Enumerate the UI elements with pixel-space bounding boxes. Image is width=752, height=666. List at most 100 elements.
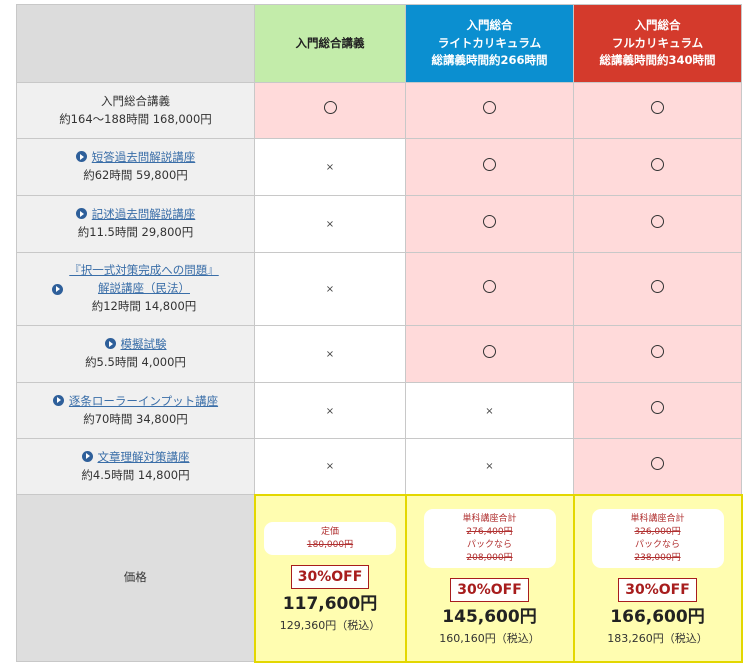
mark-cell: × bbox=[254, 138, 406, 196]
pack-caption: パックなら bbox=[634, 539, 680, 550]
row-detail: 約11.5時間 29,800円 bbox=[77, 225, 194, 239]
circle-icon bbox=[651, 279, 664, 293]
tax-included-price: 183,260円（税込） bbox=[607, 632, 708, 646]
column-header-line: 入門総合講義 bbox=[295, 35, 365, 50]
circle-icon bbox=[651, 456, 664, 470]
table-row: 『択一式対策完成への問題』 解説講座（民法） 約12時間 14,800円 × bbox=[16, 252, 742, 326]
circle-icon bbox=[323, 101, 337, 115]
cross-icon: × bbox=[325, 284, 335, 296]
sale-price: 117,600円 bbox=[282, 594, 378, 615]
cross-icon: × bbox=[325, 162, 335, 174]
course-link-multiple-choice-line2[interactable]: 解説講座（民法） bbox=[98, 281, 190, 295]
row-detail: 約164～188時間 168,000円 bbox=[59, 111, 212, 126]
circle-icon bbox=[651, 214, 664, 228]
sale-price: 145,600円 bbox=[442, 607, 537, 628]
table-row: 模擬試験 約5.5時間 4,000円 × bbox=[16, 325, 742, 383]
column-header-full: 入門総合 フルカリキュラム 総講義時間約340時間 bbox=[573, 4, 742, 83]
row-detail: 約12時間 14,800円 bbox=[91, 298, 197, 313]
mark-cell bbox=[405, 138, 574, 196]
row-label: 『択一式対策完成への問題』 解説講座（民法） 約12時間 14,800円 bbox=[16, 252, 255, 326]
course-link-reading-comprehension[interactable]: 文章理解対策講座 bbox=[98, 450, 190, 464]
table-row: 記述過去問解説講座 約11.5時間 29,800円 × bbox=[16, 195, 742, 253]
price-label: 価格 bbox=[16, 494, 255, 662]
mark-cell: × bbox=[254, 438, 406, 495]
column-header-line: 総講義時間約340時間 bbox=[599, 53, 716, 68]
mark-cell: × bbox=[254, 252, 406, 326]
mark-cell bbox=[573, 138, 742, 196]
cross-icon: × bbox=[325, 461, 335, 473]
mark-cell bbox=[405, 252, 574, 326]
table-row: 短答過去問解説講座 約62時間 59,800円 × bbox=[16, 138, 742, 196]
row-detail: 約62時間 59,800円 bbox=[83, 168, 188, 182]
mark-cell: × bbox=[254, 382, 406, 439]
pack-price-strike: 208,000円 bbox=[466, 552, 513, 563]
price-cell-full: 単科講座合計 326,000円 パックなら 238,000円 30%OFF 16… bbox=[572, 493, 743, 663]
course-comparison-table: 入門総合講義 入門総合 ライトカリキュラム 総講義時間約266時間 入門総合 フ… bbox=[16, 4, 743, 663]
corner-cell bbox=[16, 4, 255, 83]
cross-icon: × bbox=[325, 405, 335, 417]
mark-cell bbox=[573, 325, 742, 383]
column-header-line: 入門総合 bbox=[466, 17, 513, 32]
circle-icon bbox=[483, 157, 496, 171]
table-row: 入門総合講義 約164～188時間 168,000円 bbox=[16, 82, 742, 139]
course-link-multiple-choice[interactable]: 『択一式対策完成への問題』 bbox=[69, 263, 219, 277]
course-link-short-answer[interactable]: 短答過去問解説講座 bbox=[92, 150, 196, 164]
column-header-line: フルカリキュラム bbox=[611, 35, 704, 50]
row-label: 入門総合講義 約164～188時間 168,000円 bbox=[16, 82, 255, 139]
row-detail: 約70時間 34,800円 bbox=[83, 411, 188, 426]
price-original-strike: 326,000円 bbox=[634, 526, 681, 537]
circle-icon bbox=[483, 101, 496, 115]
discount-badge: 30%OFF bbox=[290, 564, 370, 590]
pack-price-strike: 238,000円 bbox=[634, 552, 681, 563]
column-header-line: 入門総合 bbox=[634, 17, 681, 32]
circle-icon bbox=[483, 344, 496, 358]
discount-badge: 30%OFF bbox=[450, 577, 529, 603]
mark-cell: × bbox=[254, 325, 406, 383]
row-label: 模擬試験 約5.5時間 4,000円 bbox=[16, 325, 255, 383]
course-link-descriptive[interactable]: 記述過去問解説講座 bbox=[92, 207, 196, 221]
price-original-caption: 定価 bbox=[320, 526, 339, 537]
course-link-mock-exam[interactable]: 模擬試験 bbox=[121, 337, 167, 351]
mark-cell bbox=[573, 82, 742, 139]
row-label: 逐条ローラーインプット講座 約70時間 34,800円 bbox=[16, 382, 255, 439]
row-detail: 約5.5時間 4,000円 bbox=[85, 355, 186, 369]
mark-cell bbox=[573, 382, 742, 439]
price-original-strike: 276,400円 bbox=[466, 526, 513, 537]
price-original-strike: 180,000円 bbox=[306, 539, 354, 550]
play-icon bbox=[104, 338, 116, 350]
price-cell-basic: 定価 180,000円 30%OFF 117,600円 129,360円（税込） bbox=[253, 493, 407, 663]
column-header-line: ライトカリキュラム bbox=[437, 35, 542, 50]
sale-price: 166,600円 bbox=[610, 607, 705, 628]
mark-cell: × bbox=[405, 382, 574, 439]
circle-icon bbox=[651, 401, 664, 415]
price-row: 価格 定価 180,000円 30%OFF 117,600円 129,360円（… bbox=[16, 493, 743, 663]
mark-cell bbox=[573, 438, 742, 495]
circle-icon bbox=[483, 279, 496, 293]
column-header-line: 総講義時間約266時間 bbox=[431, 53, 548, 68]
row-title: 入門総合講義 bbox=[101, 93, 170, 108]
tax-included-price: 160,160円（税込） bbox=[439, 632, 540, 646]
cross-icon: × bbox=[325, 349, 335, 361]
pack-caption: パックなら bbox=[466, 539, 512, 550]
course-link-roller-input[interactable]: 逐条ローラーインプット講座 bbox=[69, 394, 218, 408]
circle-icon bbox=[651, 101, 664, 115]
cross-icon: × bbox=[485, 405, 494, 417]
price-original-caption: 単科講座合計 bbox=[462, 513, 517, 524]
row-detail: 約4.5時間 14,800円 bbox=[81, 467, 190, 482]
price-original-caption: 単科講座合計 bbox=[630, 513, 685, 524]
column-header-light: 入門総合 ライトカリキュラム 総講義時間約266時間 bbox=[405, 4, 574, 83]
price-original-box: 単科講座合計 326,000円 パックなら 238,000円 bbox=[591, 508, 724, 568]
row-label: 文章理解対策講座 約4.5時間 14,800円 bbox=[16, 438, 255, 495]
table-row: 逐条ローラーインプット講座 約70時間 34,800円 × × bbox=[16, 382, 742, 439]
table-row: 文章理解対策講座 約4.5時間 14,800円 × × bbox=[16, 438, 742, 495]
mark-cell bbox=[573, 252, 742, 326]
cross-icon: × bbox=[485, 461, 494, 473]
circle-icon bbox=[651, 157, 664, 171]
play-icon bbox=[75, 208, 87, 220]
play-icon bbox=[75, 151, 87, 163]
mark-cell: × bbox=[405, 438, 574, 495]
price-original-box: 単科講座合計 276,400円 パックなら 208,000円 bbox=[423, 508, 556, 568]
mark-cell bbox=[573, 195, 742, 253]
cross-icon: × bbox=[325, 219, 335, 231]
mark-cell bbox=[254, 82, 406, 139]
